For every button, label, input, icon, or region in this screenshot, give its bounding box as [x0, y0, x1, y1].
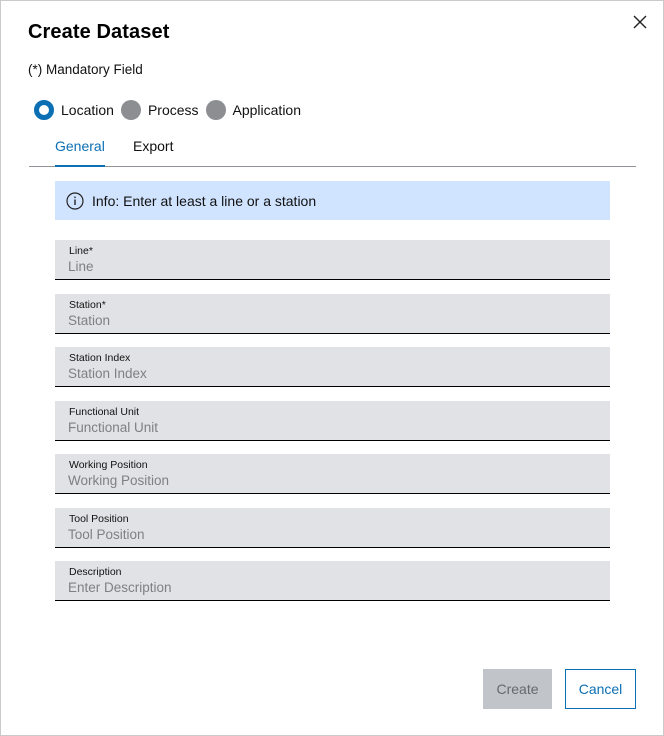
line-field[interactable]: Line*	[55, 240, 610, 280]
tool-position-input[interactable]	[68, 525, 588, 543]
functional-unit-input[interactable]	[68, 418, 588, 436]
station-index-input[interactable]	[68, 364, 588, 382]
step-label: Location	[61, 102, 114, 118]
close-button[interactable]	[629, 11, 651, 33]
step-inactive-indicator-icon	[120, 100, 141, 120]
functional-unit-field[interactable]: Functional Unit	[55, 401, 610, 441]
info-text: Info: Enter at least a line or a station	[92, 192, 317, 209]
step-label: Application	[232, 102, 302, 118]
description-input[interactable]	[68, 578, 588, 596]
create-button[interactable]: Create	[483, 669, 552, 709]
step-active-indicator-icon	[34, 100, 54, 120]
line-input[interactable]	[68, 257, 588, 275]
field-label: Working Position	[69, 459, 148, 471]
info-banner: Info: Enter at least a line or a station	[55, 181, 610, 220]
mandatory-field-note: (*) Mandatory Field	[28, 62, 143, 77]
tab-bar: General Export	[29, 131, 636, 167]
tab-export[interactable]: Export	[133, 138, 173, 165]
dialog-title: Create Dataset	[28, 21, 170, 43]
step-label: Process	[147, 102, 199, 118]
working-position-input[interactable]	[68, 471, 588, 489]
field-label: Line*	[69, 245, 93, 257]
description-field[interactable]: Description	[55, 561, 610, 601]
field-label: Station Index	[69, 352, 131, 364]
field-label: Tool Position	[69, 513, 129, 525]
cancel-button[interactable]: Cancel	[565, 669, 636, 709]
step-inactive-indicator-icon	[205, 100, 226, 120]
field-label: Description	[69, 566, 122, 578]
step-location[interactable]: Location	[34, 100, 114, 120]
station-input[interactable]	[68, 311, 588, 329]
step-application[interactable]: Application	[205, 100, 302, 120]
step-indicator: Location Process Application	[34, 99, 308, 121]
step-process[interactable]: Process	[120, 100, 199, 120]
info-icon	[66, 191, 84, 210]
tool-position-field[interactable]: Tool Position	[55, 508, 610, 548]
close-icon	[633, 15, 647, 29]
tab-general[interactable]: General	[55, 138, 105, 167]
station-index-field[interactable]: Station Index	[55, 347, 610, 387]
create-dataset-dialog: Create Dataset (*) Mandatory Field Locat…	[0, 0, 664, 736]
field-label: Station*	[69, 299, 106, 311]
station-field[interactable]: Station*	[55, 294, 610, 334]
working-position-field[interactable]: Working Position	[55, 454, 610, 494]
field-label: Functional Unit	[69, 406, 140, 418]
